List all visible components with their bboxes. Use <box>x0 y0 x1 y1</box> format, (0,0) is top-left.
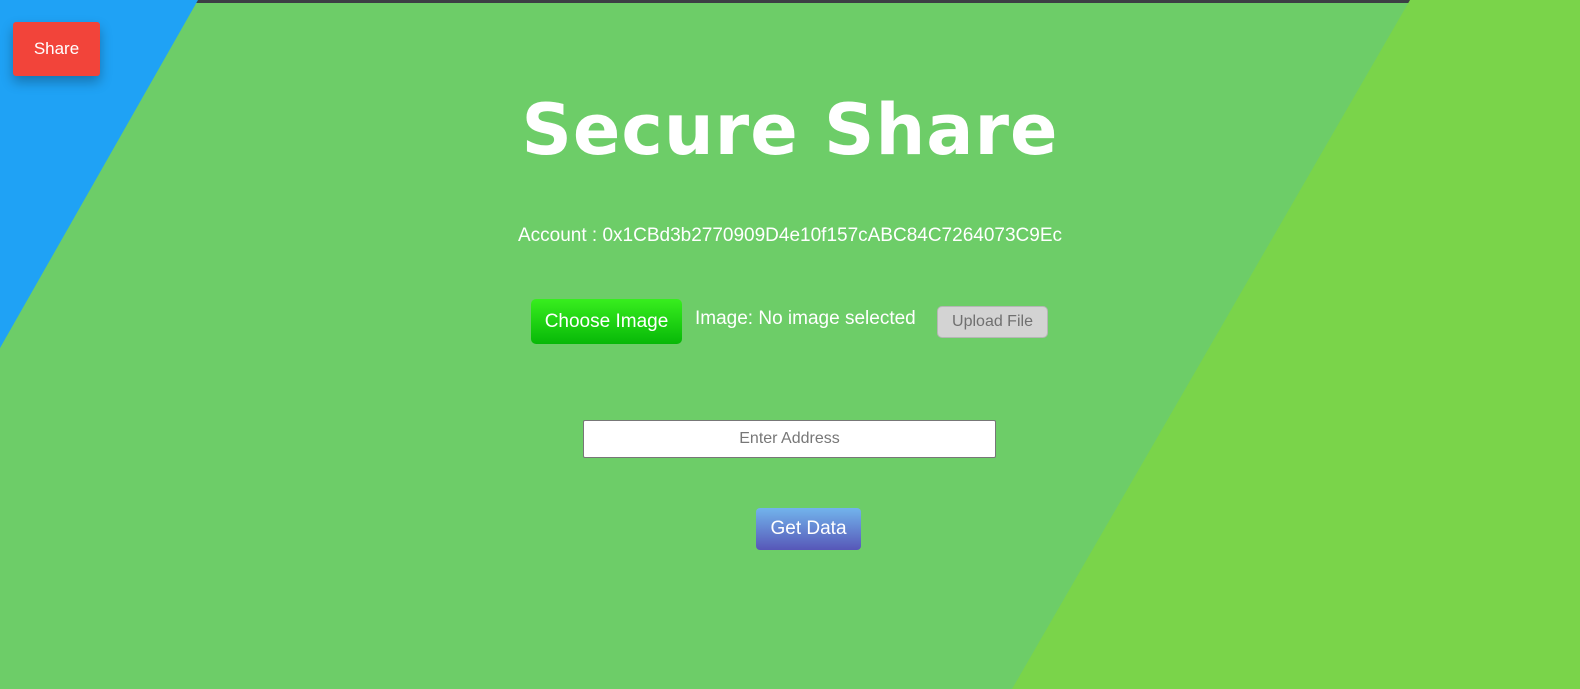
top-edge-strip <box>0 0 1580 3</box>
address-input[interactable] <box>583 420 996 458</box>
image-status-text: Image: No image selected <box>695 308 916 329</box>
upload-file-button[interactable]: Upload File <box>937 306 1048 338</box>
get-data-button[interactable]: Get Data <box>756 508 861 550</box>
account-address: Account : 0x1CBd3b2770909D4e10f157cABC84… <box>517 225 1062 246</box>
share-button[interactable]: Share <box>13 22 100 76</box>
page-title: Secure Share <box>521 89 1059 171</box>
choose-image-button[interactable]: Choose Image <box>531 299 682 344</box>
